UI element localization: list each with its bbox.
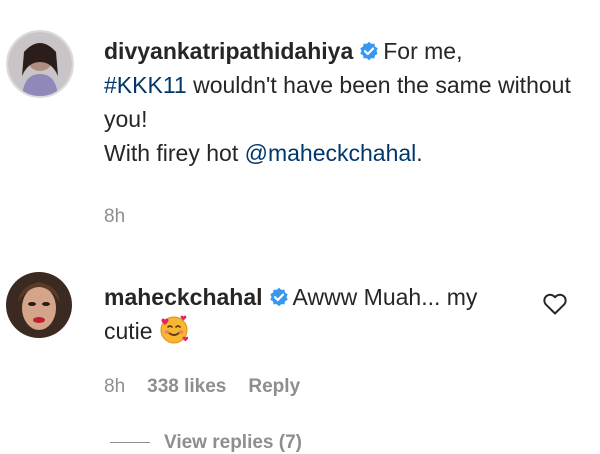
verified-badge-icon bbox=[269, 287, 288, 307]
avatar[interactable] bbox=[6, 30, 74, 98]
hashtag-link[interactable]: #KKK11 bbox=[104, 72, 187, 98]
timestamp[interactable]: 8h bbox=[104, 206, 125, 227]
comment-intro: For me, bbox=[383, 38, 463, 64]
mention-link[interactable]: @maheckchahal bbox=[245, 140, 417, 166]
reply-button[interactable]: Reply bbox=[248, 376, 300, 397]
view-replies-button[interactable]: View replies (7) bbox=[110, 432, 302, 454]
comment-meta: 8h bbox=[104, 206, 125, 228]
likes-count[interactable]: 338 likes bbox=[147, 376, 226, 397]
heart-outline-icon[interactable] bbox=[542, 292, 568, 316]
username[interactable]: maheckchahal bbox=[104, 284, 263, 310]
timestamp[interactable]: 8h bbox=[104, 376, 125, 397]
comment-meta: 8h 338 likes Reply bbox=[104, 376, 300, 398]
comment-text: maheckchahal Awww Muah... my cutie bbox=[104, 280, 504, 348]
username[interactable]: divyankatripathidahiya bbox=[104, 38, 353, 64]
comment-end: . bbox=[416, 140, 423, 166]
comment-text: divyankatripathidahiya For me, #KKK11 wou… bbox=[104, 34, 574, 170]
smiling-face-with-hearts-emoji-icon bbox=[160, 315, 188, 344]
comment-line2: With firey hot bbox=[104, 140, 245, 166]
divider-line bbox=[110, 442, 150, 444]
avatar[interactable] bbox=[6, 272, 72, 338]
verified-badge-icon bbox=[360, 41, 378, 61]
